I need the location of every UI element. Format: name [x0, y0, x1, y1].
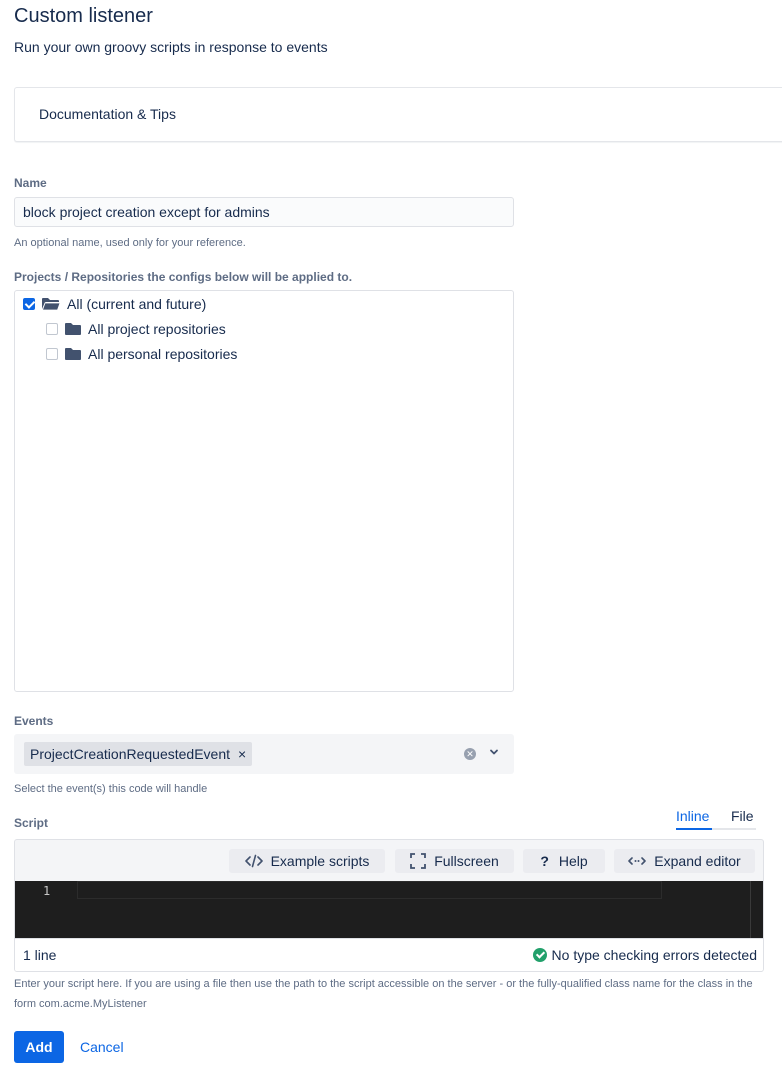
editor-scrollbar[interactable] [750, 881, 751, 938]
script-label: Script [14, 816, 49, 830]
documentation-label: Documentation & Tips [39, 106, 176, 122]
tree-item-all[interactable]: All (current and future) [23, 294, 206, 314]
line-count: 1 line [23, 947, 57, 963]
page-title: Custom listener [14, 5, 153, 27]
events-label: Events [14, 714, 54, 728]
check-circle-icon [532, 948, 547, 962]
projects-tree: All (current and future) All project rep… [14, 290, 514, 692]
line-number: 1 [43, 884, 51, 898]
help-button[interactable]: ? Help [523, 849, 605, 873]
current-line-highlight [77, 881, 662, 899]
example-scripts-button[interactable]: Example scripts [229, 849, 385, 873]
type-check-status: No type checking errors detected [532, 947, 757, 963]
tree-item-label: All personal repositories [88, 346, 238, 362]
add-button[interactable]: Add [14, 1031, 64, 1063]
checkbox-icon[interactable] [46, 348, 58, 360]
tab-file[interactable]: File [731, 808, 754, 824]
remove-chip-icon[interactable]: × [238, 746, 246, 762]
checkbox-icon[interactable] [46, 323, 58, 335]
code-area[interactable]: 1 [15, 881, 763, 938]
clear-icon[interactable]: ✕ [464, 748, 476, 760]
folder-icon [65, 348, 81, 360]
checkbox-checked-icon[interactable] [23, 298, 35, 310]
folder-open-icon [41, 298, 61, 311]
projects-label: Projects / Repositories the configs belo… [14, 270, 353, 284]
expand-editor-button[interactable]: Expand editor [614, 849, 755, 873]
events-select[interactable]: ProjectCreationRequestedEvent × ✕ [14, 734, 514, 774]
cancel-button[interactable]: Cancel [80, 1039, 124, 1055]
name-helper: An optional name, used only for your ref… [14, 237, 246, 249]
fullscreen-button[interactable]: Fullscreen [395, 849, 514, 873]
expand-horizontal-icon [628, 857, 647, 865]
tree-item-project-repos[interactable]: All project repositories [46, 319, 226, 339]
tab-track [712, 828, 756, 830]
tree-item-label: All project repositories [88, 321, 226, 337]
tree-item-label: All (current and future) [67, 296, 207, 312]
question-mark-icon: ? [540, 853, 549, 869]
documentation-panel[interactable]: Documentation & Tips [14, 87, 782, 142]
event-chip-label: ProjectCreationRequestedEvent [30, 746, 231, 762]
code-icon [244, 854, 263, 868]
tab-active-indicator [676, 828, 712, 830]
folder-icon [65, 323, 81, 335]
tab-inline[interactable]: Inline [676, 808, 709, 824]
editor-status-bar: 1 line No type checking errors detected [15, 938, 763, 971]
script-helper: Enter your script here. If you are using… [14, 978, 753, 1010]
page-subtitle: Run your own groovy scripts in response … [14, 39, 328, 55]
event-chip: ProjectCreationRequestedEvent × [24, 742, 253, 766]
fullscreen-icon [410, 853, 427, 869]
name-label: Name [14, 176, 47, 190]
tree-item-personal-repos[interactable]: All personal repositories [46, 344, 237, 364]
chevron-down-icon[interactable] [488, 746, 500, 758]
script-editor: Example scripts Fullscreen ? Help Expand… [14, 839, 764, 972]
events-helper: Select the event(s) this code will handl… [14, 783, 208, 795]
name-input[interactable] [14, 197, 514, 227]
